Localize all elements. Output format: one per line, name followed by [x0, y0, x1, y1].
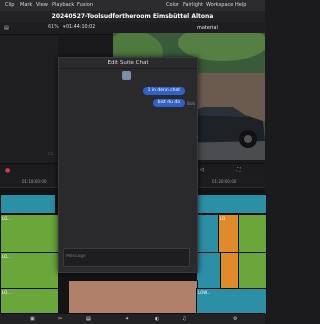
volume-icon[interactable]: ◁ — [200, 167, 204, 173]
video-clip[interactable]: LO — [218, 214, 240, 254]
record-icon[interactable]: ● — [5, 167, 10, 174]
settings-icon[interactable]: ⚙ — [233, 316, 237, 322]
media-page-icon[interactable]: ▣ — [30, 316, 35, 322]
ruler-timecode-right: 01:20:00:00 — [212, 179, 237, 184]
audio-clip[interactable]: LO... — [0, 252, 59, 290]
message-sender: Bob — [187, 101, 195, 106]
menu-item-fairlight[interactable]: Fairlight — [183, 2, 203, 8]
video-clip[interactable] — [238, 214, 267, 254]
edit-page-icon[interactable]: ▤ — [86, 316, 91, 322]
audio-clip[interactable] — [238, 252, 267, 290]
chat-message: 1 in denn chat — [142, 87, 185, 95]
menu-item-view[interactable]: View — [36, 2, 48, 8]
list-view-icon[interactable]: ▤ — [4, 25, 9, 31]
menu-item-clip[interactable]: Clip — [5, 2, 14, 8]
video-clip[interactable] — [196, 194, 267, 214]
fusion-page-icon[interactable]: ✦ — [125, 316, 129, 322]
menu-item-workspace[interactable]: Workspace — [206, 2, 233, 8]
message-input[interactable] — [66, 254, 181, 259]
chat-message: bist du da — [152, 99, 185, 107]
menu-item-help[interactable]: Help — [235, 2, 246, 8]
panel-toggle-icon[interactable]: ▭ — [48, 150, 54, 157]
audio-clip[interactable] — [220, 252, 240, 290]
effects-panel — [0, 36, 59, 163]
ruler-timecode-left: 01:18:00:00 — [22, 179, 47, 184]
audio-clip[interactable] — [196, 252, 222, 290]
fairlight-page-icon[interactable]: ♫ — [182, 316, 186, 322]
dialog-title: Edit Suite Chat — [59, 58, 197, 69]
message-field[interactable] — [63, 248, 190, 267]
page-bar: ▣ ✂ ▤ ✦ ◐ ♫ ⚙ — [0, 313, 265, 324]
video-clip[interactable] — [0, 194, 56, 214]
menu-item-fusion[interactable]: Fusion — [77, 2, 93, 8]
audio-clip[interactable] — [68, 280, 198, 315]
viewer-clip-name: material — [197, 25, 218, 31]
edit-suite-chat-dialog: Edit Suite Chat 1 in denn chat bist du d… — [58, 57, 198, 273]
menu-item-color[interactable]: Color — [166, 2, 179, 8]
menu-bar: Clip Mark View Playback Fusion Color Fai… — [0, 0, 265, 11]
video-clip[interactable]: LO... — [0, 214, 59, 254]
avatar — [122, 71, 131, 80]
timecode: 01:44:10:02 — [66, 25, 96, 30]
fullscreen-icon[interactable]: ⛶ — [237, 167, 241, 173]
zoom-level[interactable]: 61% — [48, 25, 59, 30]
audio-clip[interactable]: LO... — [0, 288, 59, 315]
menu-item-mark[interactable]: Mark — [20, 2, 32, 8]
cut-page-icon[interactable]: ✂ — [58, 316, 62, 322]
audio-clip[interactable]: LOW... — [196, 288, 267, 315]
menu-item-playback[interactable]: Playback — [52, 2, 74, 8]
project-title: 20240527-Toolsudfortheroom Eimsbüttel Al… — [51, 13, 214, 20]
color-page-icon[interactable]: ◐ — [155, 316, 159, 322]
video-clip[interactable] — [196, 214, 220, 254]
